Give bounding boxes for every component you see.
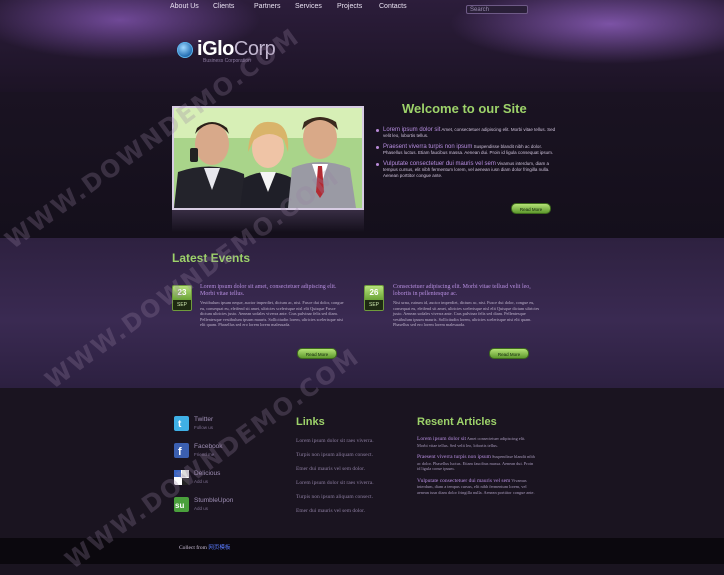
event-day: 26 (365, 286, 383, 300)
footer-link[interactable]: Turpis non ipsum aliquam consect. (296, 490, 374, 504)
article-item: Vulputate consectetuer dui mauris vel se… (417, 478, 537, 496)
nav-projects[interactable]: Projects (337, 3, 379, 10)
article-item: Lorem ipsum dolor sit Amet consectetuer … (417, 436, 537, 448)
event-heading[interactable]: Consectetuer adipiscing elit. Morbi vita… (393, 284, 541, 298)
welcome-list: Lorem ipsum dolor sit Amet, consectetuer… (376, 127, 556, 184)
footer-link[interactable]: Lorem ipsum dolor sit raes viverra. (296, 476, 374, 490)
article-title[interactable]: Praesent viverra turpis non ipsum (417, 454, 491, 460)
event-item: Consectetuer adipiscing elit. Morbi vita… (393, 284, 541, 328)
header-bar (0, 0, 724, 92)
footer-link[interactable]: Etner dui mauris vel sem dolor. (296, 462, 374, 476)
svg-text:t: t (178, 419, 182, 430)
event-item: Lorem ipsum dolor sit amet, consectetuer… (200, 284, 348, 328)
list-item: Vulputate consectetuer dui mauris vel se… (376, 161, 556, 179)
links-title: Links (296, 416, 325, 428)
facebook-icon: f (174, 443, 189, 458)
globe-icon (177, 41, 193, 58)
svg-text:su: su (175, 501, 184, 510)
articles-list: Lorem ipsum dolor sit Amet consectetuer … (417, 436, 537, 501)
hero-photo (172, 106, 364, 210)
event-date-badge: 26 SEP (364, 285, 384, 311)
top-navigation: About Us Clients Partners Services Proje… (170, 3, 419, 10)
read-more-button[interactable]: Read More (511, 203, 551, 214)
collect-credit: Collect from 网页模板 (179, 543, 230, 551)
event-month: SEP (365, 300, 383, 310)
event-body: Vestibulum ipsum neque, auctor imperdiet… (200, 300, 344, 327)
collect-link[interactable]: 网页模板 (208, 545, 230, 551)
article-item: Praesent viverra turpis non ipsum Suspen… (417, 454, 537, 472)
links-list: Lorem ipsum dolor sit raes viverra. Turp… (296, 434, 374, 518)
event-heading[interactable]: Lorem ipsum dolor sit amet, consectetuer… (200, 284, 348, 298)
search-input[interactable]: Search (466, 5, 528, 14)
nav-contacts[interactable]: Contacts (379, 3, 419, 10)
list-item: Praesent viverra turpis non ipsum Suspen… (376, 144, 556, 156)
collect-prefix: Collect from (179, 545, 207, 551)
footer-link[interactable]: Lorem ipsum dolor sit raes viverra. (296, 434, 374, 448)
article-title[interactable]: Vulputate consectetuer dui mauris vel se… (417, 478, 510, 484)
nav-about-us[interactable]: About Us (170, 3, 213, 10)
articles-title: Resent Articles (417, 416, 497, 428)
list-item: Lorem ipsum dolor sit Amet, consectetuer… (376, 127, 556, 139)
twitter-icon: t (174, 416, 189, 431)
footer-link[interactable]: Turpis non ipsum aliquam consect. (296, 448, 374, 462)
event-body: Nisi urna, rutrum id, auctor imperdiet, … (393, 300, 540, 327)
nav-partners[interactable]: Partners (254, 3, 295, 10)
nav-clients[interactable]: Clients (213, 3, 254, 10)
nav-services[interactable]: Services (295, 3, 337, 10)
footer-link[interactable]: Etner dui mauris vel sem dolor. (296, 504, 374, 518)
welcome-title: Welcome to our Site (402, 101, 527, 116)
article-title[interactable]: Lorem ipsum dolor sit (417, 436, 466, 442)
event-read-more-button[interactable]: Read More (489, 348, 529, 359)
svg-text:f: f (178, 446, 182, 458)
